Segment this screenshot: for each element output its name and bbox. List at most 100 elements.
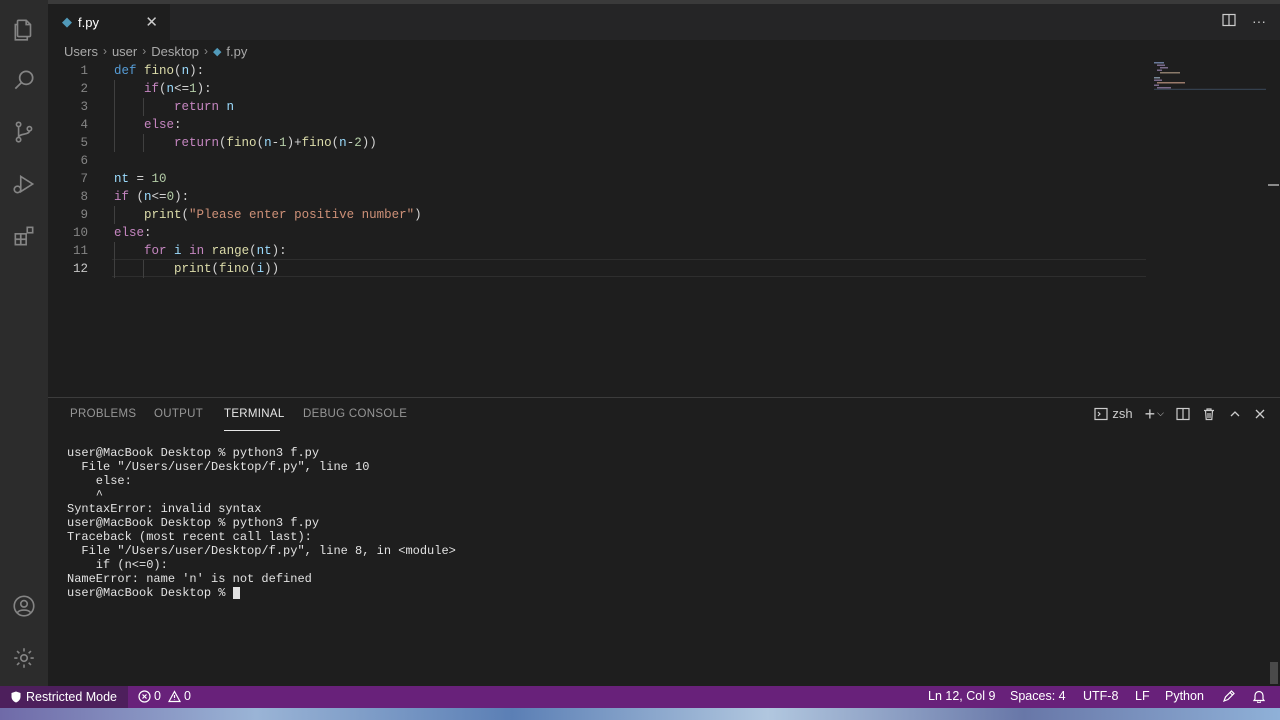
line-number: 2 xyxy=(80,82,88,96)
terminal-scrollbar[interactable] xyxy=(1270,662,1278,684)
code-line: 8 if (n<=0): xyxy=(48,188,1148,206)
warning-count: 0 xyxy=(183,689,191,703)
line-number: 7 xyxy=(80,172,88,186)
warning-icon xyxy=(167,689,181,702)
split-terminal-icon[interactable] xyxy=(1176,407,1190,421)
terminal-line: SyntaxError: invalid syntax xyxy=(67,502,262,516)
line-number: 3 xyxy=(80,100,88,114)
tab-f-py[interactable]: ◆ f.py ✕ xyxy=(48,4,170,40)
code-line: 2 if(n<=1): xyxy=(48,80,1148,98)
code-text: if(n<=1): xyxy=(144,82,212,96)
tab-output[interactable]: OUTPUT xyxy=(154,408,203,420)
python-file-icon: ◆ xyxy=(62,14,72,29)
end-of-line[interactable]: LF xyxy=(1135,689,1150,703)
breadcrumb-desktop[interactable]: Desktop xyxy=(151,44,199,59)
code-line: 3 return n xyxy=(48,98,1148,116)
breadcrumb-file[interactable]: f.py xyxy=(226,44,247,59)
terminal-shell-selector[interactable]: zsh xyxy=(1094,406,1133,421)
run-debug-icon[interactable] xyxy=(0,160,48,208)
chevron-right-icon: › xyxy=(142,44,147,58)
plus-icon: + xyxy=(1144,403,1156,424)
source-control-icon[interactable] xyxy=(0,108,48,156)
terminal-line: ^ xyxy=(67,488,104,502)
line-number: 11 xyxy=(72,244,88,258)
chevron-right-icon: › xyxy=(102,44,107,58)
indentation[interactable]: Spaces: 4 xyxy=(1010,689,1066,703)
code-text: else: xyxy=(114,226,152,240)
panel-tab-bar: PROBLEMS OUTPUT TERMINAL DEBUG CONSOLE z… xyxy=(48,398,1280,434)
terminal-line: Traceback (most recent call last): xyxy=(67,530,312,544)
tab-label: f.py xyxy=(78,14,99,30)
active-tab-indicator xyxy=(224,430,280,431)
feedback-icon[interactable] xyxy=(1222,689,1236,706)
line-number: 8 xyxy=(80,190,88,204)
settings-gear-icon[interactable] xyxy=(0,634,48,682)
new-terminal-button[interactable]: + ⌵ xyxy=(1144,403,1164,424)
chevron-up-icon[interactable] xyxy=(1228,407,1242,421)
terminal-line: user@MacBook Desktop % python3 f.py xyxy=(67,516,320,530)
account-icon[interactable] xyxy=(0,582,48,630)
code-line: 9 print("Please enter positive number") xyxy=(48,206,1148,224)
code-line: 1 def fino(n): xyxy=(48,62,1148,80)
tab-terminal[interactable]: TERMINAL xyxy=(224,408,285,420)
status-bar: Restricted Mode 0 0 Ln 12, Col 9 Spaces:… xyxy=(0,686,1280,708)
code-line: 5 return(fino(n-1)+fino(n-2)) xyxy=(48,134,1148,152)
terminal-prompt: user@MacBook Desktop % xyxy=(67,586,233,600)
terminal-line: if (n<=0): xyxy=(67,558,168,572)
desktop-background-strip xyxy=(0,708,1280,720)
minimap[interactable] xyxy=(1154,62,1266,90)
chevron-right-icon: › xyxy=(203,44,208,58)
error-count: 0 xyxy=(154,689,161,703)
code-editor[interactable]: 1 def fino(n): 2 if(n<=1): 3 return n 4 e… xyxy=(48,62,1280,396)
code-text: print("Please enter positive number") xyxy=(144,208,422,222)
code-text: nt = 10 xyxy=(114,172,167,186)
editor-tab-bar: ◆ f.py ✕ ··· xyxy=(48,4,1280,40)
breadcrumb-user[interactable]: user xyxy=(112,44,137,59)
terminal-cursor xyxy=(232,586,240,599)
terminal-icon xyxy=(1094,407,1109,420)
code-text: if (n<=0): xyxy=(114,190,190,204)
terminal-line: NameError: name 'n' is not defined xyxy=(67,572,312,586)
code-line: 7 nt = 10 xyxy=(48,170,1148,188)
problems-indicator[interactable]: 0 0 xyxy=(138,689,191,703)
terminal-line: else: xyxy=(67,474,132,488)
line-number: 4 xyxy=(80,118,88,132)
code-text: return n xyxy=(174,100,235,114)
language-mode[interactable]: Python xyxy=(1165,689,1204,703)
code-line: 10 else: xyxy=(48,224,1148,242)
line-number: 9 xyxy=(80,208,88,222)
close-panel-icon[interactable] xyxy=(1254,408,1266,420)
code-text: for i in range(nt): xyxy=(144,244,287,258)
line-number: 6 xyxy=(80,154,88,168)
terminal-output[interactable]: user@MacBook Desktop % python3 f.py File… xyxy=(67,446,456,600)
restricted-mode-label: Restricted Mode xyxy=(26,690,118,704)
tab-problems[interactable]: PROBLEMS xyxy=(70,408,136,420)
code-line: 4 else: xyxy=(48,116,1148,134)
terminal-line: File "/Users/user/Desktop/f.py", line 8,… xyxy=(67,544,456,558)
encoding[interactable]: UTF-8 xyxy=(1083,689,1118,703)
split-editor-icon[interactable] xyxy=(1222,13,1236,27)
close-tab-icon[interactable]: ✕ xyxy=(145,13,158,31)
terminal-prompt-line: user@MacBook Desktop % xyxy=(67,586,456,600)
breadcrumb-users[interactable]: Users xyxy=(64,44,98,59)
search-icon[interactable] xyxy=(0,56,48,104)
python-file-icon: ◆ xyxy=(212,45,222,58)
tab-debug-console[interactable]: DEBUG CONSOLE xyxy=(303,408,407,420)
code-text: print(fino(i)) xyxy=(174,262,280,276)
terminal-line: user@MacBook Desktop % python3 f.py xyxy=(67,446,320,460)
explorer-icon[interactable] xyxy=(0,6,48,54)
code-text: else: xyxy=(144,118,182,132)
more-actions-icon[interactable]: ··· xyxy=(1252,13,1266,29)
extensions-icon[interactable] xyxy=(0,212,48,260)
trash-icon[interactable] xyxy=(1202,407,1216,421)
shield-icon xyxy=(11,691,21,703)
code-text: return(fino(n-1)+fino(n-2)) xyxy=(174,136,377,150)
restricted-mode-indicator[interactable]: Restricted Mode xyxy=(0,686,128,708)
cursor-position[interactable]: Ln 12, Col 9 xyxy=(928,689,995,703)
code-text: def fino(n): xyxy=(114,64,205,78)
shell-name: zsh xyxy=(1112,406,1133,421)
error-icon xyxy=(138,689,151,703)
line-number: 10 xyxy=(72,226,88,240)
code-line: 6 xyxy=(48,152,1148,170)
notifications-bell-icon[interactable] xyxy=(1252,689,1266,706)
